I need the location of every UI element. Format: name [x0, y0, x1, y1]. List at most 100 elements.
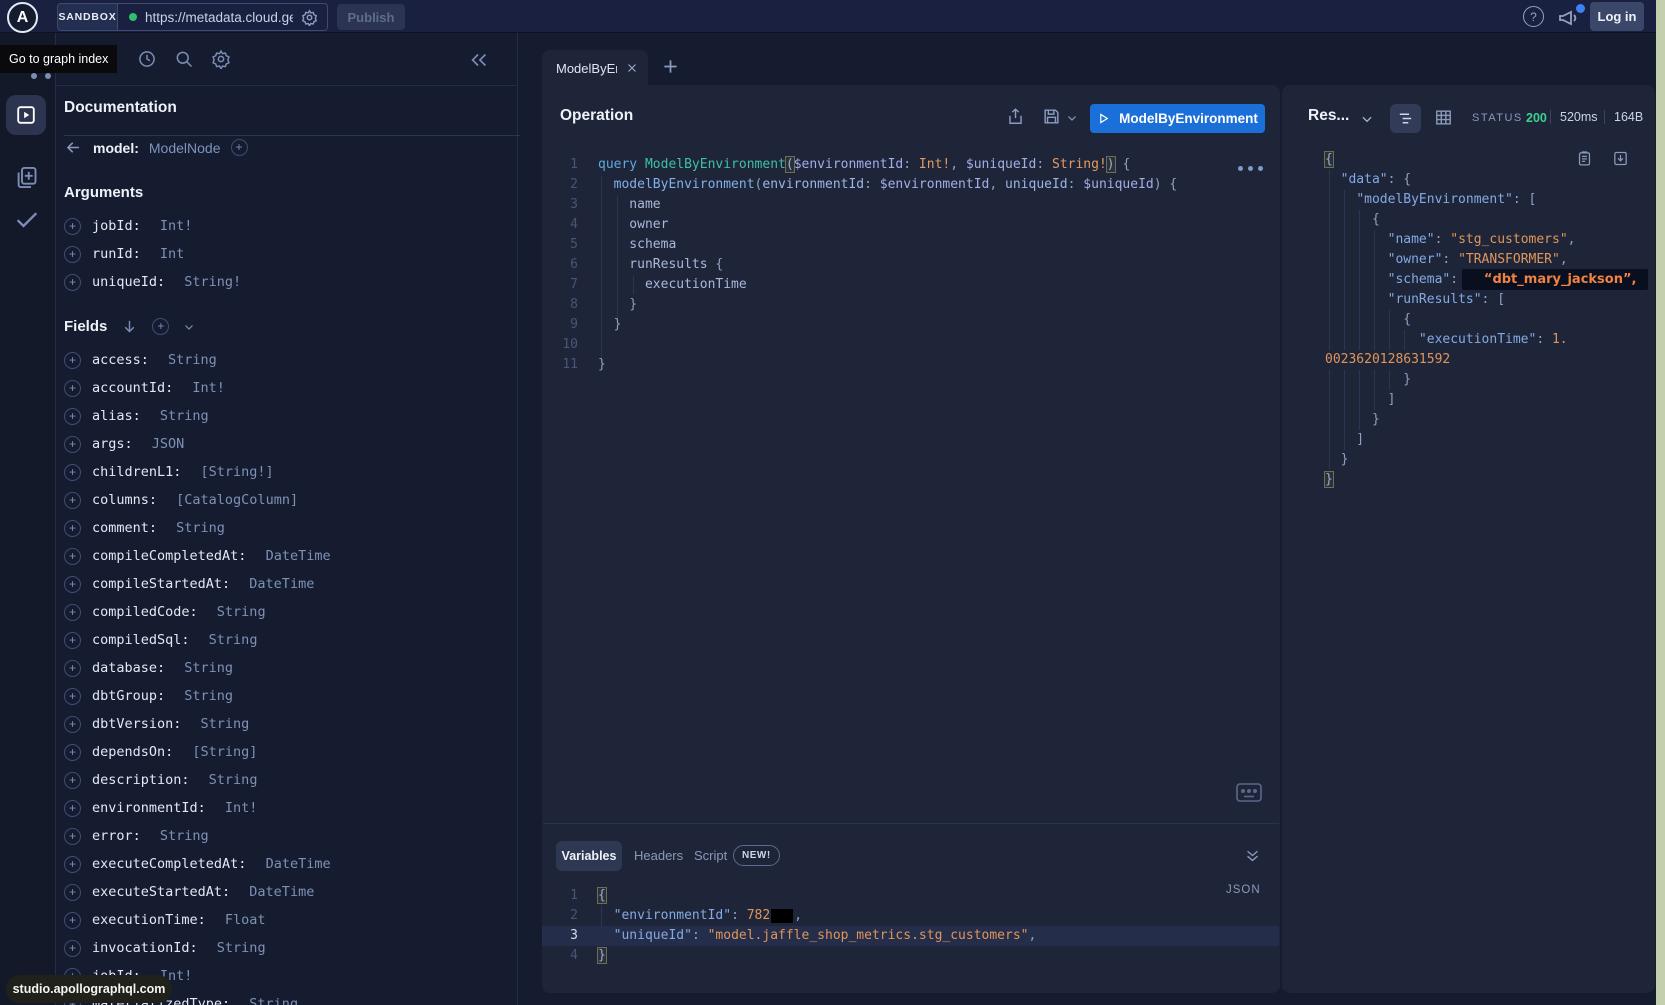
field-type[interactable]: [String]	[184, 744, 257, 760]
tab-headers[interactable]: Headers	[634, 848, 683, 863]
field-type[interactable]: Int!	[152, 218, 193, 234]
field-type[interactable]: DateTime	[257, 548, 330, 564]
add-field-button[interactable]	[64, 828, 81, 845]
field-type[interactable]: [String!]	[192, 464, 273, 480]
sort-fields-icon[interactable]	[121, 318, 138, 335]
field-row[interactable]: dbtVersion: String	[64, 710, 514, 738]
field-type[interactable]: String!	[176, 274, 241, 290]
add-field-button[interactable]	[64, 632, 81, 649]
field-row[interactable]: error: String	[64, 822, 514, 850]
field-row[interactable]: compileCompletedAt: DateTime	[64, 542, 514, 570]
field-type[interactable]: Float	[217, 912, 266, 928]
add-field-button[interactable]	[64, 744, 81, 761]
add-field-button[interactable]	[64, 576, 81, 593]
add-field-button[interactable]	[64, 548, 81, 565]
back-arrow-icon[interactable]	[64, 138, 83, 157]
field-row[interactable]: executionTime: Float	[64, 906, 514, 934]
response-raw-view-button[interactable]	[1390, 104, 1421, 133]
add-field-button[interactable]	[64, 246, 81, 263]
endpoint-url-bar[interactable]: https://metadata.cloud.get	[117, 3, 328, 31]
field-type[interactable]: String	[241, 996, 298, 1005]
chevron-down-icon[interactable]	[183, 321, 195, 333]
field-row[interactable]: args: JSON	[64, 430, 514, 458]
field-row[interactable]: executeStartedAt: DateTime	[64, 878, 514, 906]
login-button[interactable]: Log in	[1590, 2, 1644, 31]
field-type[interactable]: String	[192, 716, 249, 732]
tab-modelbyenvironment[interactable]: ModelByEnvi...	[542, 50, 648, 86]
add-field-button[interactable]	[64, 218, 81, 235]
field-row[interactable]: alias: String	[64, 402, 514, 430]
field-type[interactable]: String	[168, 520, 225, 536]
field-type[interactable]: DateTime	[241, 884, 314, 900]
sidebar-item-checks[interactable]	[13, 205, 41, 233]
new-tab-button[interactable]	[660, 56, 681, 77]
search-icon[interactable]	[174, 49, 194, 69]
field-row[interactable]: uniqueId: String!	[64, 268, 514, 296]
add-field-button[interactable]	[64, 800, 81, 817]
field-type[interactable]: String	[201, 772, 258, 788]
operation-variables-divider[interactable]	[543, 823, 1279, 824]
add-field-button[interactable]	[64, 884, 81, 901]
field-type[interactable]: String	[201, 632, 258, 648]
add-field-button[interactable]	[64, 352, 81, 369]
field-row[interactable]: compileStartedAt: DateTime	[64, 570, 514, 598]
sidebar-item-explorer[interactable]	[6, 95, 46, 135]
add-field-button[interactable]	[64, 660, 81, 677]
field-type[interactable]: String	[209, 940, 266, 956]
field-row[interactable]: description: String	[64, 766, 514, 794]
field-row[interactable]: jobId: Int!	[64, 212, 514, 240]
field-type[interactable]: Int!	[217, 800, 258, 816]
field-row[interactable]: executeCompletedAt: DateTime	[64, 850, 514, 878]
field-type[interactable]: DateTime	[257, 856, 330, 872]
add-field-button[interactable]	[64, 772, 81, 789]
field-type[interactable]: JSON	[144, 436, 185, 452]
share-operation-icon[interactable]	[1006, 107, 1025, 126]
graph-index-icon[interactable]	[31, 73, 37, 79]
add-field-button[interactable]	[64, 912, 81, 929]
explorer-settings-gear-icon[interactable]	[211, 49, 231, 69]
field-type[interactable]: String	[176, 660, 233, 676]
field-row[interactable]: access: String	[64, 346, 514, 374]
publish-button[interactable]: Publish	[337, 4, 405, 30]
field-type[interactable]: String	[176, 688, 233, 704]
add-type-button[interactable]	[231, 139, 248, 156]
add-field-button[interactable]	[64, 604, 81, 621]
field-row[interactable]: runId: Int	[64, 240, 514, 268]
endpoint-url[interactable]: https://metadata.cloud.get	[145, 10, 293, 25]
save-operation-icon[interactable]	[1042, 107, 1061, 126]
field-row[interactable]: database: String	[64, 654, 514, 682]
apollo-logo[interactable]: A	[7, 2, 38, 33]
add-field-button[interactable]	[64, 520, 81, 537]
history-icon[interactable]	[137, 49, 157, 69]
add-field-button[interactable]	[64, 492, 81, 509]
collapse-docs-panel-icon[interactable]	[468, 49, 490, 71]
field-type[interactable]: String	[160, 352, 217, 368]
add-field-button[interactable]	[64, 464, 81, 481]
response-json-viewer[interactable]: { "data": { "modelByEnvironment": [ { "n…	[1325, 150, 1650, 490]
add-field-button[interactable]	[64, 940, 81, 957]
field-type[interactable]: Int!	[184, 380, 225, 396]
field-row[interactable]: columns: [CatalogColumn]	[64, 486, 514, 514]
add-field-button[interactable]	[64, 688, 81, 705]
close-tab-icon[interactable]	[626, 62, 638, 74]
field-row[interactable]: dependsOn: [String]	[64, 738, 514, 766]
field-type[interactable]: String	[152, 408, 209, 424]
field-row[interactable]: compiledSql: String	[64, 626, 514, 654]
field-row[interactable]: invocationId: String	[64, 934, 514, 962]
field-type[interactable]: Int	[152, 246, 185, 262]
sidebar-item-collections[interactable]	[13, 164, 40, 191]
field-row[interactable]: comment: String	[64, 514, 514, 542]
field-type[interactable]: DateTime	[241, 576, 314, 592]
add-field-button[interactable]	[64, 436, 81, 453]
field-type[interactable]: String	[209, 604, 266, 620]
field-row[interactable]: dbtGroup: String	[64, 682, 514, 710]
add-field-button[interactable]	[64, 380, 81, 397]
field-type[interactable]: String	[152, 828, 209, 844]
field-row[interactable]: compiledCode: String	[64, 598, 514, 626]
field-row[interactable]: childrenL1: [String!]	[64, 458, 514, 486]
add-field-button[interactable]	[64, 408, 81, 425]
add-all-fields-button[interactable]	[152, 318, 169, 335]
field-type[interactable]: [CatalogColumn]	[168, 492, 298, 508]
add-field-button[interactable]	[64, 274, 81, 291]
tab-variables[interactable]: Variables	[556, 841, 622, 871]
